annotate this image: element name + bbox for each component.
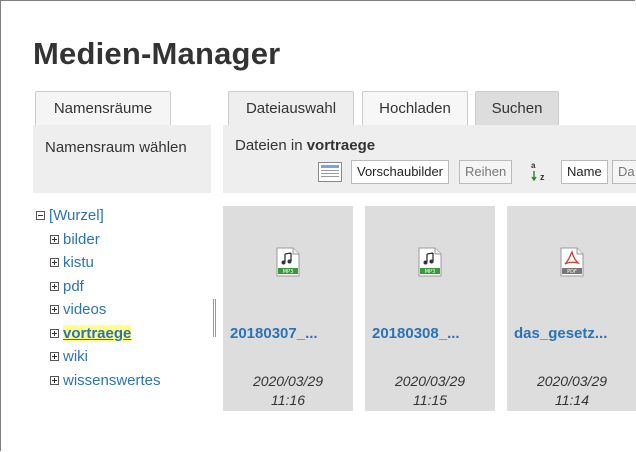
tab-file-selection[interactable]: Dateiauswahl: [228, 91, 354, 125]
sort-date-button[interactable]: Da: [612, 160, 636, 184]
tree-item-vortraege: vortraege: [50, 325, 132, 342]
tree-item-wiki: wiki: [50, 348, 88, 365]
tree-link-root[interactable]: [Wurzel]: [49, 207, 104, 224]
music-file-icon: MP3: [276, 247, 300, 277]
tree-link[interactable]: bilder: [63, 231, 100, 248]
file-date: 2020/03/29 11:16: [252, 373, 324, 408]
svg-text:PDF: PDF: [567, 269, 577, 275]
plus-box-icon[interactable]: [50, 329, 59, 338]
svg-text:z: z: [540, 172, 545, 182]
tree-link[interactable]: kistu: [63, 254, 94, 271]
file-card[interactable]: PDF das_gesetz... 2020/03/29 11:14: [507, 206, 636, 411]
tree-item-videos: videos: [50, 301, 106, 318]
plus-box-icon[interactable]: [50, 305, 59, 314]
tree-item-kistu: kistu: [50, 254, 94, 271]
tree-link[interactable]: pdf: [63, 278, 84, 295]
thumbnail-view-icon: [318, 162, 342, 182]
tree-item-pdf: pdf: [50, 278, 84, 295]
music-file-icon: MP3: [418, 247, 442, 277]
file-name-link[interactable]: 20180308_...: [372, 325, 460, 342]
tree-link[interactable]: videos: [63, 301, 106, 318]
tree-item-bilder: bilder: [50, 231, 100, 248]
file-date: 2020/03/29 11:15: [394, 373, 466, 408]
tree-item-wissenswertes: wissenswertes: [50, 372, 161, 389]
view-rows-button[interactable]: Reihen: [459, 160, 513, 184]
tree-link[interactable]: wissenswertes: [63, 372, 161, 389]
file-card[interactable]: MP3 20180308_... 2020/03/29 11:15: [365, 206, 495, 411]
file-name-link[interactable]: das_gesetz...: [514, 325, 607, 342]
svg-text:a: a: [531, 161, 536, 170]
plus-box-icon[interactable]: [50, 282, 59, 291]
file-date: 2020/03/29 11:14: [536, 373, 608, 408]
tree-link-current[interactable]: vortraege: [63, 325, 132, 342]
namespace-chooser-label: Namensraum wählen: [33, 125, 211, 193]
tab-search[interactable]: Suchen: [475, 91, 559, 125]
tree-root: [Wurzel]: [36, 207, 104, 224]
plus-box-icon[interactable]: [50, 376, 59, 385]
current-namespace: vortraege: [306, 137, 376, 154]
plus-box-icon[interactable]: [50, 258, 59, 267]
pdf-file-icon: PDF: [560, 247, 584, 277]
plus-box-icon[interactable]: [50, 352, 59, 361]
files-toolbar: Dateien in vortraege Vorschaubilder Reih…: [223, 125, 636, 193]
view-thumbnails-button[interactable]: Vorschaubilder: [351, 160, 449, 184]
file-card[interactable]: MP3 20180307_... 2020/03/29 11:16: [223, 206, 353, 411]
minus-box-icon[interactable]: [36, 211, 45, 220]
page-title: Medien-Manager: [33, 36, 281, 71]
plus-box-icon[interactable]: [50, 235, 59, 244]
tab-namespaces[interactable]: Namensräume: [35, 91, 171, 125]
tree-link[interactable]: wiki: [63, 348, 88, 365]
files-caption: Dateien in vortraege: [235, 137, 376, 154]
sort-alpha-icon: a z: [531, 161, 545, 182]
tab-upload[interactable]: Hochladen: [362, 91, 468, 125]
file-name-link[interactable]: 20180307_...: [230, 325, 318, 342]
svg-text:MP3: MP3: [425, 269, 436, 275]
panel-resize-handle[interactable]: [213, 299, 216, 337]
sort-name-button[interactable]: Name: [561, 160, 608, 184]
svg-text:MP3: MP3: [283, 269, 294, 275]
